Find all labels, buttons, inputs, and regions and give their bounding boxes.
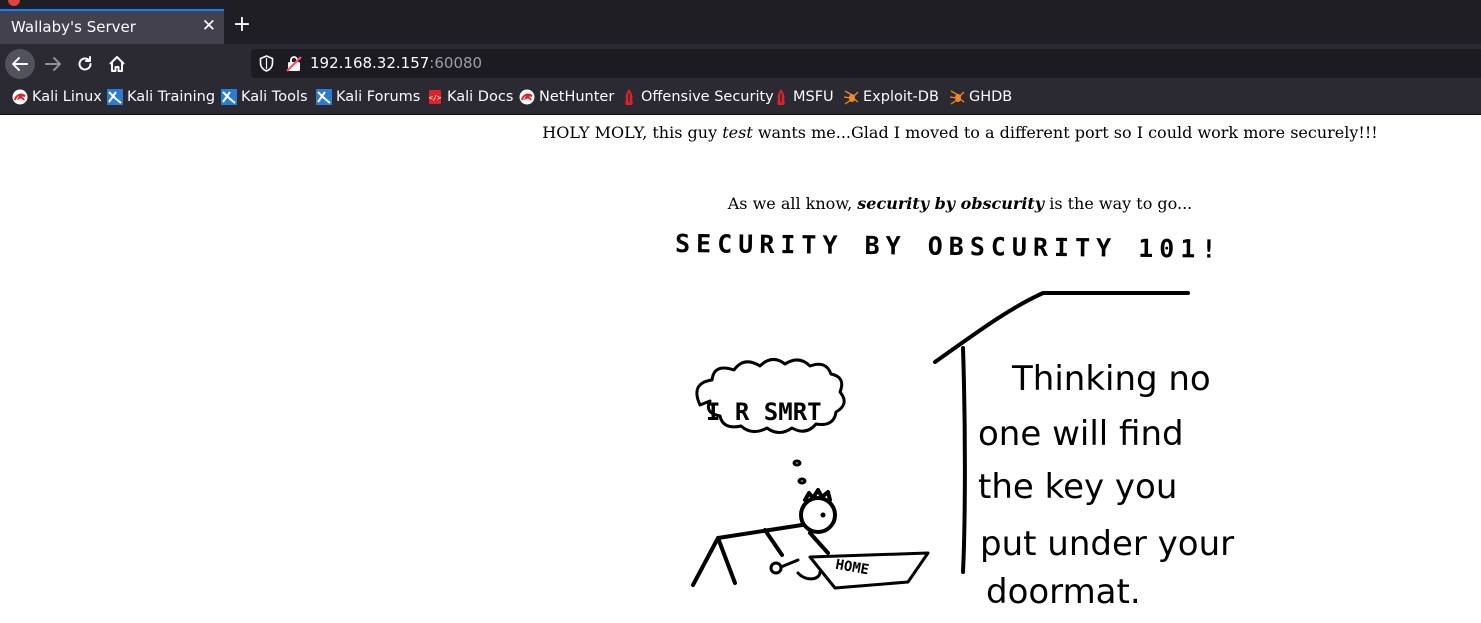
ghdb-icon [949,90,965,105]
new-tab-button[interactable]: + [230,11,254,39]
bookmark-label: Offensive Security [641,89,774,105]
bookmark-kali-training[interactable]: Kali Training [107,89,215,105]
msfu-icon [777,89,785,105]
kali-training-icon [107,89,123,105]
bookmark-kali-forums[interactable]: Kali Forums [316,89,420,105]
forward-arrow-icon [45,57,61,71]
svg-text:</>: </> [429,94,442,102]
security-paragraph: As we all know, security by obscurity is… [727,194,1193,213]
kali-tools-icon [221,89,237,105]
bookmark-label: Exploit-DB [863,89,939,105]
url-host: 192.168.32.157 [310,54,430,72]
bookmark-label: Kali Forums [336,89,421,105]
url-port: :60080 [429,54,483,72]
home-icon [109,56,125,72]
svg-text:put under your: put under your [980,524,1234,564]
bookmark-kali-docs[interactable]: </> Kali Docs [427,89,514,105]
bookmark-label: Kali Tools [241,89,308,105]
browser-titlebar: Wallaby's Server ✕ + [0,0,1481,44]
bookmark-kali-linux[interactable]: Kali Linux [12,89,102,105]
bookmark-label: NetHunter [539,89,615,105]
bookmark-label: Kali Linux [32,89,102,105]
bookmark-label: MSFU [793,89,834,105]
kali-forums-icon [316,89,332,105]
offsec-icon [625,89,633,105]
browser-tab[interactable]: Wallaby's Server ✕ [0,9,224,44]
kali-dragon-icon [12,89,28,105]
navigation-toolbar: 192.168.32.157:60080 [0,44,1481,82]
svg-text:doormat.: doormat. [986,572,1141,612]
reload-button[interactable] [70,49,100,79]
insecure-lock-icon [286,56,302,72]
reload-icon [78,56,92,71]
bookmark-label: Kali Docs [447,89,514,105]
bookmark-ghdb[interactable]: GHDB [949,89,1012,105]
tab-title: Wallaby's Server [11,18,136,36]
close-icon[interactable]: ✕ [202,16,216,36]
address-bar[interactable]: 192.168.32.157:60080 [251,49,1481,78]
home-button[interactable] [102,49,132,79]
bookmark-nethunter[interactable]: NetHunter [519,89,614,105]
page-content: HOLY MOLY, this guy test wants me...Glad… [0,115,1481,623]
kali-docs-icon: </> [429,90,442,104]
bookmarks-toolbar: Kali Linux Kali Training Kali Tools Kali… [0,82,1481,115]
comic-caption: Thinking no one will find the key you pu… [978,359,1234,612]
intro-paragraph: HOLY MOLY, this guy test wants me...Glad… [542,123,1378,142]
bookmark-offensive-security[interactable]: Offensive Security [621,89,774,105]
bookmark-msfu[interactable]: MSFU [773,89,834,105]
bookmark-label: Kali Training [127,89,216,105]
bookmark-exploit-db[interactable]: Exploit-DB [843,89,939,105]
shield-icon [259,55,274,72]
comic-title: SECURITY BY OBSCURITY 101! [675,229,1223,264]
doormat-text: HOME [834,557,870,579]
svg-text:one will find: one will find [978,414,1184,454]
svg-text:Thinking no: Thinking no [1011,359,1211,399]
thought-text: I R SMRT [706,398,822,426]
forward-button[interactable] [38,49,68,79]
window-close-dot[interactable] [8,0,20,6]
security-by-obscurity-comic: SECURITY BY OBSCURITY 101! I R SMRT HOME… [675,229,1234,612]
back-button[interactable] [5,49,35,79]
bookmark-kali-tools[interactable]: Kali Tools [221,89,308,105]
url-text: 192.168.32.157:60080 [310,54,482,72]
back-arrow-icon [12,57,28,71]
security-emphasis: security by obscurity [857,194,1045,213]
bookmark-label: GHDB [969,89,1013,105]
svg-text:the key you: the key you [978,467,1177,507]
username-emphasis: test [722,123,753,142]
nethunter-icon [519,89,535,105]
exploitdb-icon [843,90,859,105]
